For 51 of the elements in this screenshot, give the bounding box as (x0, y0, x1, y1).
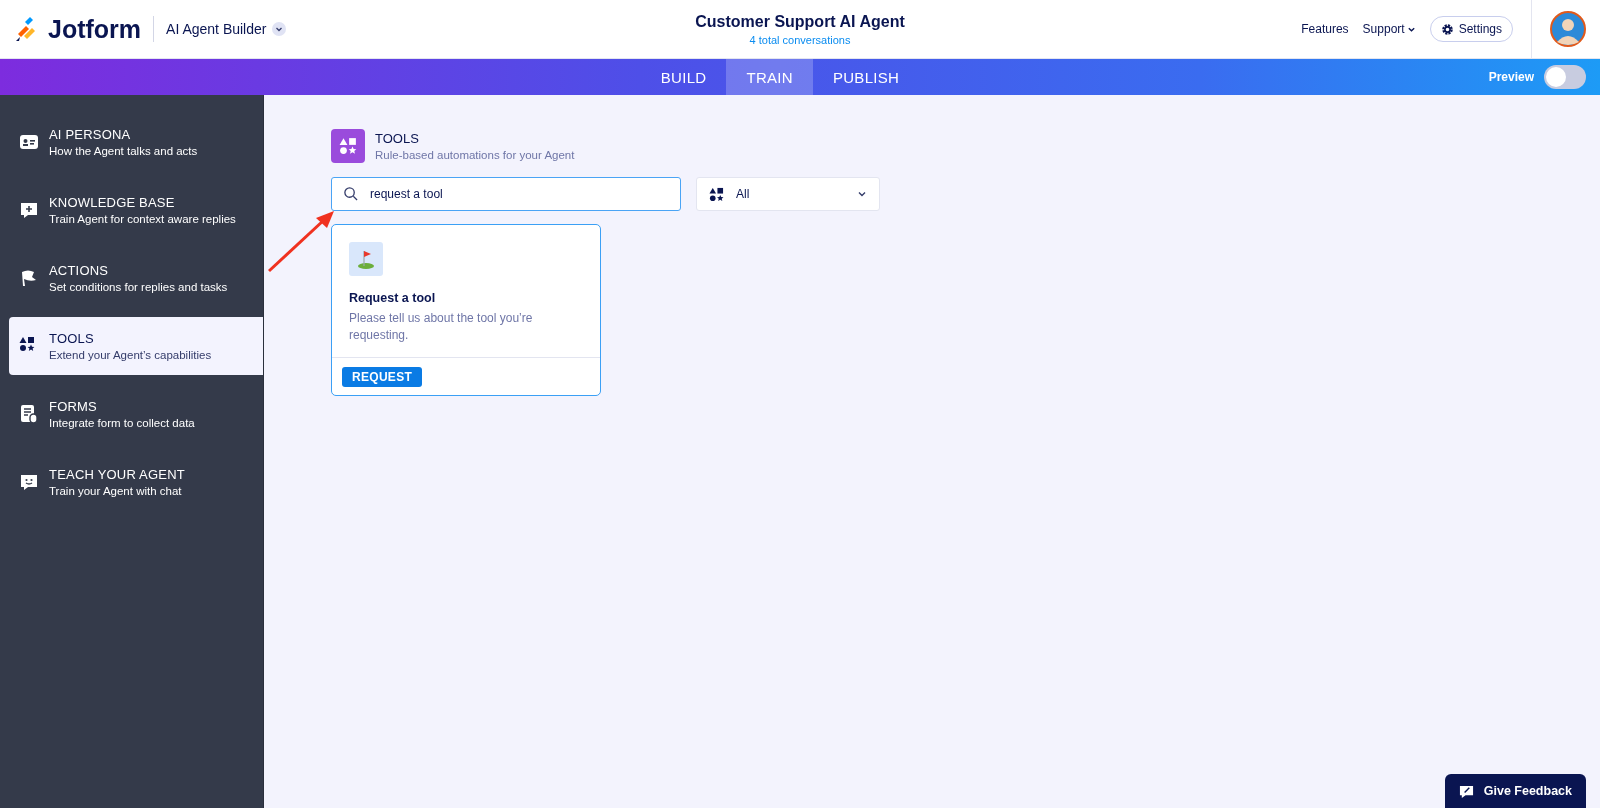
sidebar-item-description: How the Agent talks and acts (49, 145, 198, 157)
logo-text: Jotform (48, 14, 142, 44)
settings-icon (1440, 22, 1454, 36)
feedback-icon (1458, 783, 1474, 799)
request-button[interactable]: REQUEST (342, 366, 423, 387)
card-title: Request a tool (349, 291, 437, 305)
smiley-chat-icon (19, 472, 39, 492)
sidebar-item-title: KNOWLEDGE BASE (49, 195, 176, 210)
sidebar-item-title: AI PERSONA (49, 127, 132, 142)
sidebar-item[interactable]: AI PERSONA How the Agent talks and acts (9, 113, 263, 171)
give-feedback-button[interactable]: Give Feedback (1444, 774, 1586, 808)
sidebar-item-title: TEACH YOUR AGENT (49, 467, 185, 482)
preview-toggle[interactable] (1544, 65, 1586, 89)
nav-tab[interactable]: TRAIN (726, 59, 813, 95)
annotation-arrow (266, 208, 336, 274)
sidebar-item-description: Set conditions for replies and tasks (49, 281, 228, 293)
section-subtitle: Rule-based automations for your Agent (375, 149, 575, 161)
sidebar-item[interactable]: TOOLS Extend your Agent’s capabilities (9, 317, 263, 375)
search-field[interactable]: request a tool (331, 177, 681, 211)
document-icon (19, 404, 39, 424)
chevron-icon (857, 189, 867, 199)
sidebar-item[interactable]: FORMS Integrate form to collect data (9, 385, 263, 443)
sidebar-item-title: TOOLS (49, 331, 95, 346)
settings-button[interactable]: Settings (1429, 16, 1513, 42)
section-title: TOOLS (375, 131, 420, 146)
preview-label: Preview (1488, 70, 1534, 84)
chevron-icon (272, 22, 287, 36)
support-menu[interactable]: Support (1362, 22, 1416, 36)
tools-badge-icon (331, 129, 365, 163)
sidebar-item-description: Extend your Agent’s capabilities (49, 349, 212, 361)
sidebar-item[interactable]: KNOWLEDGE BASE Train Agent for context aware replies (9, 181, 263, 239)
nav-tab[interactable]: BUILD (640, 59, 727, 95)
shapes-icon (709, 186, 724, 202)
id-card-icon (19, 132, 39, 152)
agent-title: Customer Support AI Agent (694, 12, 906, 31)
sidebar-item-title: FORMS (49, 399, 98, 414)
sidebar-item[interactable]: ACTIONS Set conditions for replies and tasks (9, 249, 263, 307)
sidebar-item-description: Train Agent for context aware replies (49, 213, 236, 225)
chat-plus-icon (19, 200, 39, 220)
category-dropdown[interactable]: All (696, 177, 880, 211)
avatar-icon[interactable] (1550, 11, 1586, 47)
sidebar-item[interactable]: TEACH YOUR AGENT Train your Agent with chat (9, 453, 263, 511)
sidebar-item-title: ACTIONS (49, 263, 110, 278)
sidebar-item-description: Integrate form to collect data (49, 417, 195, 429)
golf-flag-icon (349, 242, 383, 276)
nav-tab[interactable]: PUBLISH (812, 59, 920, 95)
product-dropdown[interactable]: AI Agent Builder (166, 21, 287, 37)
header-link[interactable]: Features (1301, 22, 1349, 36)
sidebar-item-description: Train your Agent with chat (49, 485, 183, 497)
conversation-count: 4 total conversations (748, 33, 852, 46)
card-description: Please tell us about the tool you’re requesting. (349, 310, 534, 345)
